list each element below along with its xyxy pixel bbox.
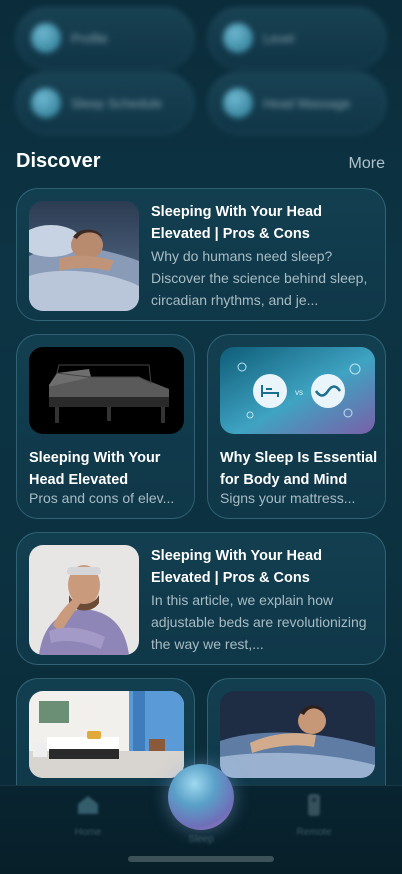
article-title: Why Sleep Is Essential for Body and Mind (220, 450, 378, 488)
article-title: Sleeping With Your Head Elevated | Pros … (151, 204, 322, 242)
remote-icon (308, 794, 320, 816)
home-icon (78, 796, 98, 814)
article-card[interactable]: vs Why Sleep Is Essential for Body and M… (207, 334, 386, 519)
level-icon (223, 23, 253, 53)
nav-home[interactable]: Home (48, 792, 128, 838)
control-pill-profile[interactable]: Profile (16, 7, 194, 69)
profile-icon (31, 23, 61, 53)
control-label: Level (263, 30, 295, 46)
nav-label: Sleep (188, 834, 214, 845)
article-image-tired-man (29, 545, 139, 655)
massage-icon (223, 88, 253, 118)
article-card[interactable]: Sleeping With Your Head Elevated | Pros … (16, 532, 386, 665)
article-card[interactable]: Sleeping With Your Head Elevated | Pros … (16, 188, 386, 321)
article-card[interactable]: Sleeping With Your Head Elevated Pros an… (16, 334, 195, 519)
article-title: Sleeping With Your Head Elevated (29, 450, 161, 488)
control-pill-head-massage[interactable]: Head Massage (208, 72, 386, 134)
article-image-adjustable-bed (29, 347, 184, 434)
nav-label: Home (74, 827, 102, 838)
schedule-icon (31, 88, 61, 118)
nav-assistant-label-wrap: Sleep (161, 830, 241, 845)
control-label: Profile (71, 30, 108, 46)
section-title: Discover (16, 150, 101, 172)
vs-text: vs (295, 388, 303, 397)
article-image-bedroom (29, 691, 184, 778)
more-link[interactable]: More (349, 155, 385, 173)
article-image-man-sleeping-2 (220, 691, 375, 778)
article-description: In this article, we explain how adjustab… (151, 592, 367, 652)
control-label: Head Massage (263, 95, 351, 111)
article-description: Why do humans need sleep? Discover the s… (151, 248, 368, 308)
nav-label: Remote (296, 827, 332, 838)
article-description: Signs your mattress... (220, 490, 356, 506)
control-pill-level[interactable]: Level (208, 7, 386, 69)
article-description: Pros and cons of elev... (29, 490, 175, 506)
control-label: Sleep Schedule (71, 95, 163, 111)
article-image-man-sleeping (29, 201, 139, 311)
home-indicator (128, 856, 274, 862)
control-pill-sleep-schedule[interactable]: Sleep Schedule (16, 72, 194, 134)
article-title: Sleeping With Your Head Elevated | Pros … (151, 548, 322, 586)
nav-remote[interactable]: Remote (274, 792, 354, 838)
article-image-sleep-icons: vs (220, 347, 375, 434)
assistant-orb-button[interactable] (168, 764, 234, 830)
